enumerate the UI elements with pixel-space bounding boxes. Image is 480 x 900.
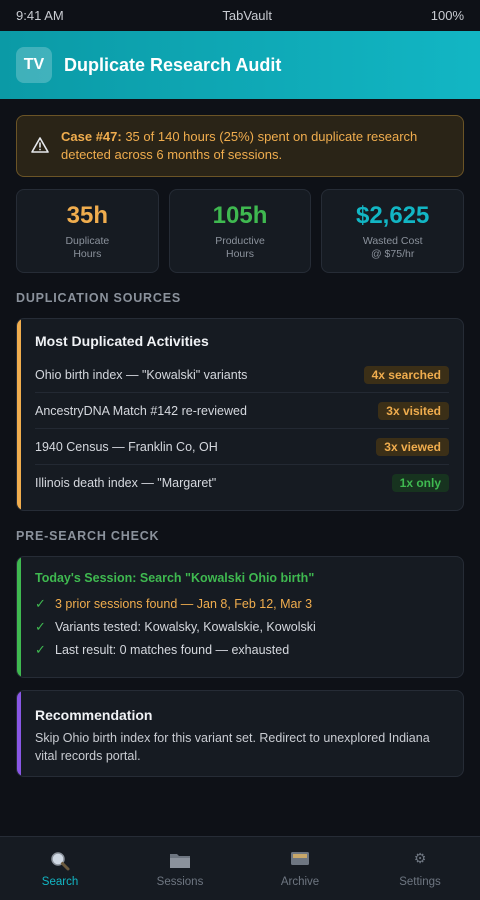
check-item: ✓ Last result: 0 matches found — exhaust… — [35, 638, 449, 661]
nav-item-search[interactable]: Search — [0, 837, 120, 900]
count-badge: 3x viewed — [376, 437, 449, 456]
bottom-nav: Search Sessions Archive ⚙ Settings — [0, 836, 480, 900]
list-item[interactable]: Ohio birth index — "Kowalski" variants 4… — [35, 357, 449, 393]
status-battery: 100% — [430, 8, 464, 23]
app-logo: TV — [16, 47, 52, 83]
checkmark-icon: ✓ — [35, 595, 46, 611]
nav-label: Archive — [280, 875, 320, 888]
card-accent — [17, 557, 21, 677]
stat-label: Duplicate Hours — [65, 234, 110, 260]
app-header: TV Duplicate Research Audit — [0, 31, 480, 99]
nav-label: Search — [41, 875, 79, 888]
check-item: ✓ 3 prior sessions found — Jan 8, Feb 12… — [35, 592, 449, 615]
activity-label: Illinois death index — "Margaret" — [35, 476, 217, 490]
card-box-icon — [290, 850, 310, 872]
nav-item-sessions[interactable]: Sessions — [120, 837, 240, 900]
stat-value: $2,625 — [355, 201, 430, 229]
recommendation-text: Skip Ohio birth index for this variant s… — [35, 731, 430, 763]
folder-icon — [169, 850, 191, 872]
section-title-duplication: DUPLICATION SOURCES — [16, 291, 181, 305]
activity-label: 1940 Census — Franklin Co, OH — [35, 439, 218, 454]
checkmark-icon: ✓ — [35, 641, 46, 657]
stat-label: Wasted Cost @ $75/hr — [362, 234, 423, 260]
nav-item-settings[interactable]: ⚙ Settings — [360, 837, 480, 900]
check-item: ✓ Variants tested: Kowalsky, Kowalskie, … — [35, 615, 449, 638]
section-title-pre-search: PRE-SEARCH CHECK — [16, 529, 160, 543]
recommendation-heading: Recommendation — [35, 707, 153, 723]
card-accent — [17, 319, 21, 510]
count-badge: 1x only — [391, 474, 449, 492]
pre-search-card: Today's Session: Search "Kowalski Ohio b… — [16, 556, 464, 678]
activity-label: Ohio birth index — "Kowalski" variants — [35, 367, 248, 382]
session-heading: Today's Session: Search "Kowalski Ohio b… — [35, 571, 315, 585]
list-item[interactable]: 1940 Census — Franklin Co, OH 3x viewed — [35, 429, 449, 465]
nav-item-archive[interactable]: Archive — [240, 837, 360, 900]
warning-triangle-icon — [31, 137, 51, 158]
count-badge: 3x visited — [378, 401, 449, 420]
page-title: Duplicate Research Audit — [64, 54, 282, 75]
stat-productive-hours: 105h Productive Hours — [168, 189, 312, 273]
list-item[interactable]: Illinois death index — "Margaret" 1x onl… — [35, 465, 449, 501]
check-text: Variants tested: Kowalsky, Kowalskie, Ko… — [55, 619, 316, 634]
list-item[interactable]: AncestryDNA Match #142 re-reviewed 3x vi… — [35, 393, 449, 429]
alert-message: Case #47: 35 of 140 hours (25%) spent on… — [61, 128, 449, 164]
stat-wasted-cost: $2,625 Wasted Cost @ $75/hr — [321, 189, 465, 273]
stat-value: 105h — [212, 201, 268, 229]
status-bar: 9:41 AM TabVault 100% — [0, 0, 480, 31]
nav-label: Sessions — [156, 875, 204, 888]
stats-row: 35h Duplicate Hours 105h Productive Hour… — [16, 189, 465, 273]
gear-icon: ⚙ — [413, 849, 427, 866]
check-text: 3 prior sessions found — Jan 8, Feb 12, … — [55, 596, 313, 611]
stat-duplicate-hours: 35h Duplicate Hours — [16, 189, 159, 273]
card-heading: Most Duplicated Activities — [35, 333, 209, 349]
magnifier-icon — [49, 850, 71, 872]
activity-label: AncestryDNA Match #142 re-reviewed — [35, 403, 247, 418]
nav-label: Settings — [399, 875, 441, 888]
check-text: Last result: 0 matches found — exhausted — [55, 642, 290, 657]
card-accent — [17, 691, 21, 776]
duplication-card: Most Duplicated Activities Ohio birth in… — [16, 318, 464, 511]
count-badge: 4x searched — [363, 365, 449, 384]
checkmark-icon: ✓ — [35, 618, 46, 634]
main-content: Case #47: 35 of 140 hours (25%) spent on… — [0, 99, 480, 777]
stat-label: Productive Hours — [215, 234, 265, 260]
status-carrier: TabVault — [222, 8, 273, 23]
status-time: 9:41 AM — [16, 8, 64, 23]
duplicate-alert: Case #47: 35 of 140 hours (25%) spent on… — [16, 115, 464, 177]
recommendation-card: Recommendation Skip Ohio birth index for… — [16, 690, 464, 777]
alert-case-label: Case #47: — [61, 129, 122, 144]
stat-value: 35h — [66, 201, 109, 229]
